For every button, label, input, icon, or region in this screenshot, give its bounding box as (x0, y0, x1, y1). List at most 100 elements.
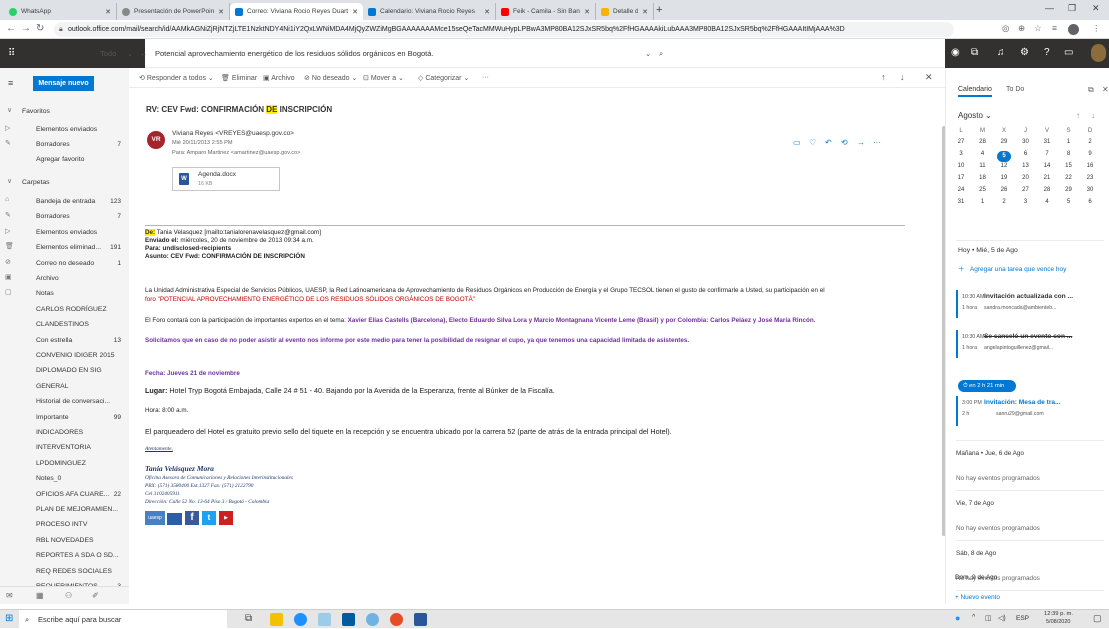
volume-icon[interactable]: ◁) (998, 614, 1006, 622)
zoom-icon[interactable]: ⊕ (1018, 23, 1025, 34)
calendar-day[interactable]: 31 (954, 199, 968, 205)
event-item[interactable]: 3:00 PM 2 h Invitación: Mesa de tra... s… (956, 396, 1104, 426)
calendar-day[interactable]: 5 (997, 151, 1011, 162)
word-icon[interactable] (414, 613, 427, 626)
calendar-day[interactable]: 13 (1019, 163, 1033, 169)
favorites-header[interactable]: ∨ Favoritos (0, 106, 129, 119)
close-icon[interactable]: ✕ (584, 8, 590, 16)
calendar-day[interactable]: 14 (1040, 163, 1054, 169)
folder-item[interactable]: ▣ Archivo (0, 273, 129, 286)
calendar-day[interactable]: 29 (997, 139, 1011, 145)
tab-calendario[interactable]: Calendario: Viviana Rocio Reyes ✕ (363, 3, 496, 20)
calendar-day[interactable]: 27 (1019, 187, 1033, 193)
attachment-card[interactable]: W Agenda.docx 16 KB (172, 167, 280, 191)
tab-whatsapp[interactable]: WhatsApp ✕ (4, 3, 117, 20)
folder-item[interactable]: ✎ Borradores 7 (0, 211, 129, 224)
calendar-day[interactable]: 2 (1083, 139, 1097, 145)
add-favorite-link[interactable]: Agregar favorito (0, 154, 129, 167)
profile-avatar[interactable] (1068, 24, 1079, 35)
reply-all-button[interactable]: ⟲ Responder a todos ⌄ (139, 74, 214, 82)
forward-icon[interactable]: → (857, 138, 865, 147)
calendar-day[interactable]: 18 (976, 175, 990, 181)
language-indicator[interactable]: ESP (1016, 615, 1029, 622)
calendar-day[interactable]: 8 (1062, 151, 1076, 157)
people-icon[interactable]: ⚇ (65, 591, 72, 600)
feedback-icon[interactable]: ▭ (1064, 47, 1073, 58)
calendar-day[interactable]: 25 (976, 187, 990, 193)
folder-item[interactable]: PROCESO INTV (0, 519, 129, 532)
calendar-day[interactable]: 27 (954, 139, 968, 145)
new-tab-button[interactable]: + (656, 4, 662, 16)
close-icon[interactable]: ✕ (218, 8, 224, 16)
folder-item[interactable]: INTERVENTORIA (0, 442, 129, 455)
calendar-day[interactable]: 5 (1062, 199, 1076, 205)
event-item[interactable]: 10:30 AM 1 hora Invitación actualizada c… (956, 290, 1104, 318)
store-icon[interactable] (342, 613, 355, 626)
calendar-day[interactable]: 15 (1062, 163, 1076, 169)
folder-item[interactable]: ⊘ Correo no deseado 1 (0, 258, 129, 271)
calendar-day[interactable]: 20 (1019, 175, 1033, 181)
month-picker[interactable]: Agosto ⌄ (958, 111, 992, 120)
reply-all-icon[interactable]: ⟲ (841, 138, 848, 147)
search-icon[interactable]: ⌕ (659, 49, 663, 59)
calendar-day[interactable]: 24 (954, 187, 968, 193)
reload-icon[interactable]: ↻ (36, 23, 44, 34)
junk-button[interactable]: ⊘ No deseado ⌄ (304, 74, 357, 82)
move-to-button[interactable]: ⊡ Mover a ⌄ (363, 74, 404, 82)
close-icon[interactable]: ✕ (925, 72, 933, 83)
search-scope-dropdown[interactable]: Todo (100, 49, 116, 58)
calendar-day[interactable]: 6 (1019, 151, 1033, 157)
more-options-icon[interactable]: ··· (482, 74, 489, 81)
calendar-day[interactable]: 29 (1062, 187, 1076, 193)
popout-icon[interactable]: ⧉ (1088, 85, 1094, 95)
calendar-day[interactable]: 16 (1083, 163, 1097, 169)
chevron-up-icon[interactable]: ^ (972, 614, 975, 621)
down-arrow-icon[interactable]: ↓ (900, 72, 905, 82)
folder-item[interactable]: Notes_0 (0, 473, 129, 486)
folder-item[interactable]: REQ REDES SOCIALES (0, 566, 129, 579)
calendar-day[interactable]: 17 (954, 175, 968, 181)
immersive-reader-icon[interactable]: ▭ (793, 138, 801, 147)
tab-detalle[interactable]: Detalle de los Resultados de la p ✕ (596, 3, 654, 20)
clock-time[interactable]: 12:39 p. m. (1044, 611, 1073, 617)
folder-item[interactable]: Historial de conversaci... (0, 396, 129, 409)
prev-month-icon[interactable]: ↑ (1076, 111, 1080, 120)
hamburger-icon[interactable]: ≡ (8, 78, 13, 88)
app-icon[interactable] (366, 613, 379, 626)
more-actions-icon[interactable]: ··· (873, 138, 881, 147)
new-event-button[interactable]: + Nuevo evento (955, 594, 1000, 601)
calendar-day[interactable]: 30 (1083, 187, 1097, 193)
calendar-day[interactable]: 28 (976, 139, 990, 145)
forward-icon[interactable]: → (21, 23, 31, 34)
delete-button[interactable]: 🗑︎ Eliminar (221, 74, 257, 82)
folder-item[interactable]: CLANDESTINOS (0, 319, 129, 332)
twitter-icon[interactable]: t (202, 511, 216, 525)
folder-item[interactable]: LPDOMINGUEZ (0, 458, 129, 471)
tab-calendar[interactable]: Calendario (958, 86, 992, 97)
app-icon[interactable] (318, 613, 331, 626)
calendar-day[interactable]: 4 (1040, 199, 1054, 205)
close-window-icon[interactable]: ✕ (1092, 3, 1100, 14)
calendar-day[interactable]: 23 (1083, 175, 1097, 181)
skype-icon[interactable]: ◉ (951, 47, 960, 58)
up-arrow-icon[interactable]: ↑ (881, 72, 886, 82)
folders-header[interactable]: ∨ Carpetas (0, 177, 129, 190)
add-task-link[interactable]: ＋ Agregar una tarea que vence hoy (958, 263, 1066, 273)
folder-item[interactable]: ⌂ Bandeja de entrada 123 (0, 196, 129, 209)
minimize-icon[interactable]: — (1045, 3, 1054, 13)
calendar-day[interactable]: 19 (997, 175, 1011, 181)
folder-item[interactable]: GENERAL (0, 381, 129, 394)
folder-item[interactable]: ▷ Elementos enviados (0, 124, 129, 137)
folder-item[interactable]: ▷ Elementos enviados (0, 227, 129, 240)
windows-start-icon[interactable]: ⊞ (5, 613, 13, 624)
search-input[interactable]: Potencial aprovechamiento energético de … (155, 49, 434, 58)
folder-item[interactable]: ▢ Notas (0, 288, 129, 301)
like-icon[interactable]: ♡ (809, 138, 816, 147)
back-icon[interactable]: ← (6, 23, 16, 34)
calendar-day[interactable]: 1 (976, 199, 990, 205)
calendar-day[interactable]: 4 (976, 151, 990, 157)
calendar-day[interactable]: 30 (1019, 139, 1033, 145)
task-view-icon[interactable]: ⧉ (245, 613, 252, 624)
folder-item[interactable]: Con estrella 13 (0, 335, 129, 348)
more-menu-icon[interactable]: ⋮ (1092, 23, 1101, 34)
